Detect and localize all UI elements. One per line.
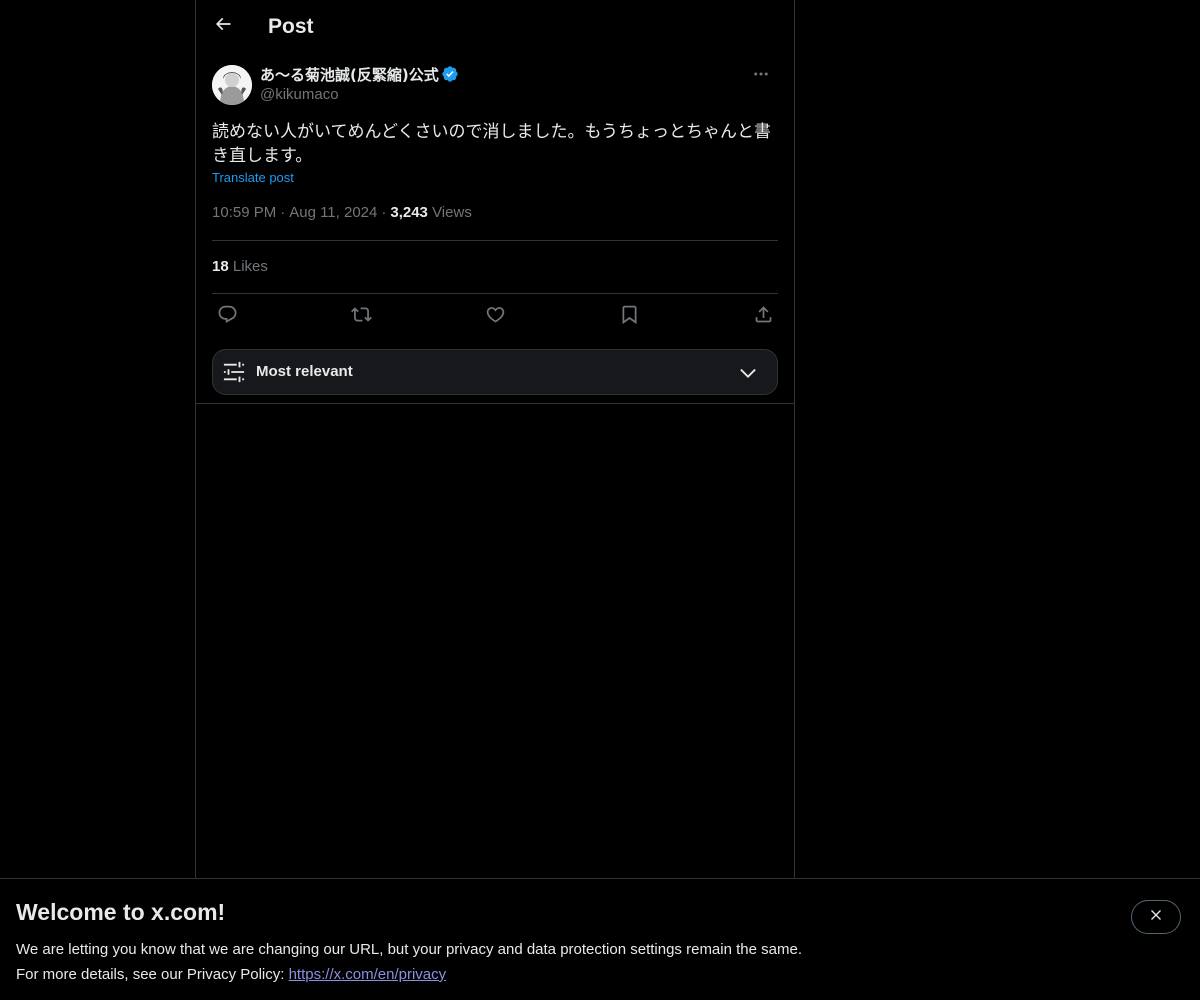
sort-label: Most relevant — [256, 363, 353, 380]
more-options-button[interactable] — [744, 63, 778, 89]
primary-column: Post あ〜る菊池誠(反緊縮)公式 @kikumaco 読めない人がいてめんど… — [195, 0, 795, 878]
like-button[interactable] — [480, 302, 510, 332]
repost-icon — [350, 304, 372, 330]
meta-separator: · — [381, 204, 387, 221]
meta-separator: · — [280, 204, 286, 221]
privacy-policy-link[interactable]: https://x.com/en/privacy — [289, 966, 447, 983]
banner-line-1: We are letting you know that we are chan… — [16, 941, 802, 958]
author-name-row: あ〜る菊池誠(反緊縮)公式 — [260, 63, 459, 85]
close-banner-button[interactable] — [1131, 900, 1181, 934]
top-bar: Post — [196, 0, 794, 53]
divider — [212, 293, 778, 294]
share-button[interactable] — [748, 302, 778, 332]
chevron-down-icon — [737, 362, 759, 384]
divider — [196, 403, 794, 404]
banner-line-2-prefix: For more details, see our Privacy Policy… — [16, 966, 289, 983]
bookmark-icon — [619, 304, 640, 330]
heart-icon — [485, 304, 506, 330]
repost-button[interactable] — [346, 302, 376, 332]
reply-button[interactable] — [212, 302, 242, 332]
action-bar — [212, 302, 778, 332]
ellipsis-icon — [752, 65, 770, 88]
banner-text: We are letting you know that we are chan… — [16, 937, 802, 987]
tweet-text: 読めない人がいてめんどくさいので消しました。もうちょっとちゃんと書き直します。 — [212, 122, 771, 166]
page-title: Post — [268, 15, 314, 38]
divider — [212, 240, 778, 241]
avatar[interactable] — [212, 65, 252, 105]
sliders-icon — [223, 361, 245, 383]
author-name[interactable]: あ〜る菊池誠(反緊縮)公式 — [260, 64, 439, 85]
likes-link[interactable]: 18 Likes — [212, 258, 268, 275]
views-count: 3,243 — [390, 204, 428, 221]
share-icon — [753, 304, 774, 330]
tweet-meta: 10:59 PM · Aug 11, 2024 · 3,243 Views — [212, 204, 472, 221]
bookmark-button[interactable] — [614, 302, 644, 332]
likes-count: 18 — [212, 258, 229, 275]
banner-line-2: For more details, see our Privacy Policy… — [16, 962, 802, 987]
banner-title: Welcome to x.com! — [16, 899, 226, 925]
translate-post-link[interactable]: Translate post — [212, 170, 294, 185]
likes-label: Likes — [232, 258, 268, 275]
reply-icon — [217, 304, 238, 330]
views-label: Views — [432, 204, 472, 221]
author-handle[interactable]: @kikumaco — [260, 85, 459, 105]
author-block: あ〜る菊池誠(反緊縮)公式 @kikumaco — [260, 63, 459, 105]
arrow-left-icon — [213, 14, 233, 39]
back-button[interactable] — [206, 9, 240, 43]
tweet-date[interactable]: Aug 11, 2024 — [289, 204, 377, 221]
tweet-time[interactable]: 10:59 PM — [212, 204, 276, 221]
close-icon — [1148, 907, 1164, 928]
reply-sort-dropdown[interactable]: Most relevant — [212, 349, 778, 395]
url-change-banner: Welcome to x.com! We are letting you kno… — [0, 878, 1200, 1000]
verified-badge-icon[interactable] — [441, 65, 459, 83]
